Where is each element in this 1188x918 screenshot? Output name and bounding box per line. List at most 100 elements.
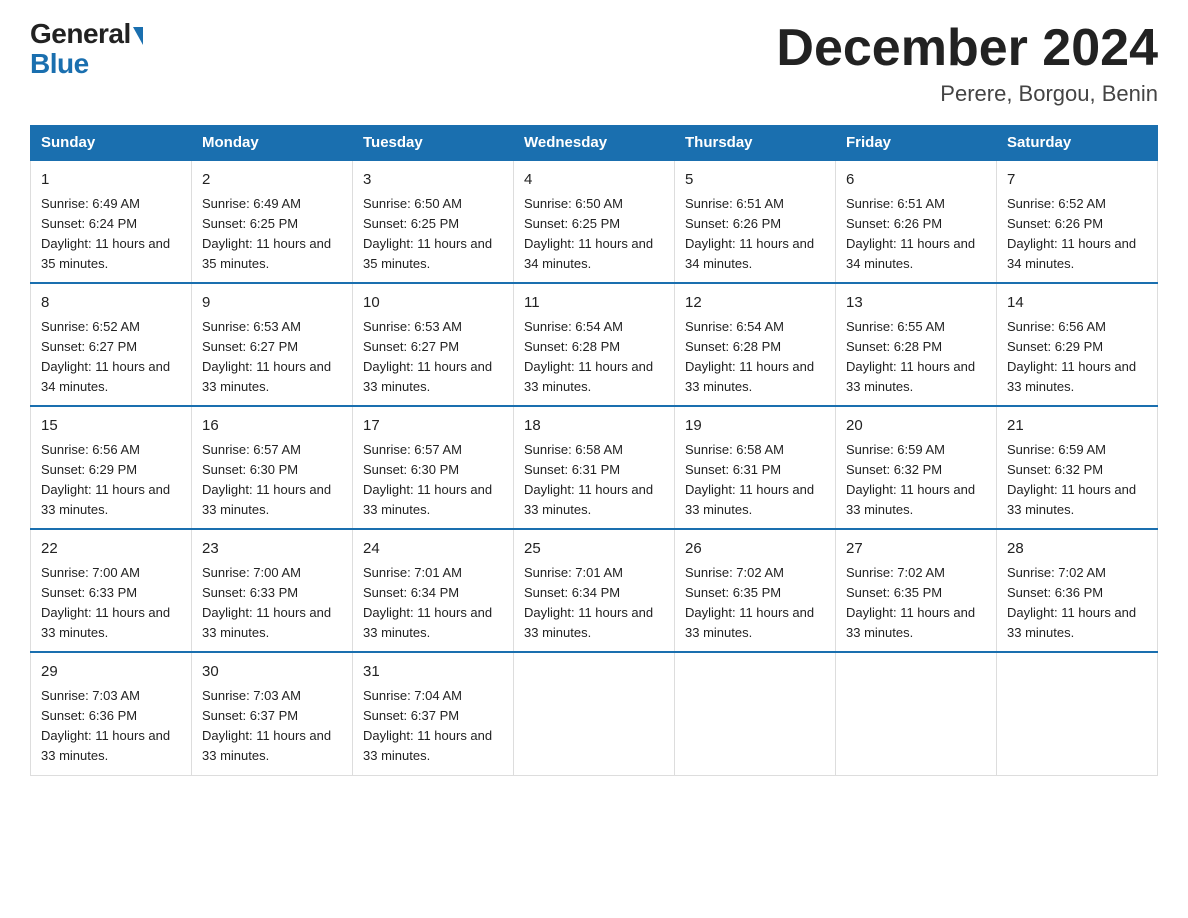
header-row: SundayMondayTuesdayWednesdayThursdayFrid…	[31, 126, 1158, 161]
day-info: Sunrise: 6:49 AMSunset: 6:25 PMDaylight:…	[202, 196, 331, 271]
calendar-cell: 3 Sunrise: 6:50 AMSunset: 6:25 PMDaylight…	[353, 160, 514, 283]
title-block: December 2024 Perere, Borgou, Benin	[776, 20, 1158, 107]
calendar-cell: 7 Sunrise: 6:52 AMSunset: 6:26 PMDaylight…	[997, 160, 1158, 283]
day-info: Sunrise: 6:52 AMSunset: 6:27 PMDaylight:…	[41, 319, 170, 394]
day-info: Sunrise: 6:54 AMSunset: 6:28 PMDaylight:…	[524, 319, 653, 394]
day-info: Sunrise: 6:57 AMSunset: 6:30 PMDaylight:…	[363, 442, 492, 517]
calendar-cell: 20 Sunrise: 6:59 AMSunset: 6:32 PMDayligh…	[836, 406, 997, 529]
logo-blue-text: Blue	[30, 48, 89, 80]
header-sunday: Sunday	[31, 126, 192, 161]
calendar-cell: 1 Sunrise: 6:49 AMSunset: 6:24 PMDaylight…	[31, 160, 192, 283]
page-header: General Blue December 2024 Perere, Borgo…	[30, 20, 1158, 107]
calendar-table: SundayMondayTuesdayWednesdayThursdayFrid…	[30, 125, 1158, 775]
day-info: Sunrise: 6:50 AMSunset: 6:25 PMDaylight:…	[363, 196, 492, 271]
day-number: 4	[524, 169, 664, 192]
day-info: Sunrise: 6:52 AMSunset: 6:26 PMDaylight:…	[1007, 196, 1136, 271]
day-info: Sunrise: 6:59 AMSunset: 6:32 PMDaylight:…	[846, 442, 975, 517]
day-number: 23	[202, 538, 342, 561]
day-number: 2	[202, 169, 342, 192]
day-number: 20	[846, 415, 986, 438]
calendar-header: SundayMondayTuesdayWednesdayThursdayFrid…	[31, 126, 1158, 161]
day-number: 6	[846, 169, 986, 192]
day-number: 27	[846, 538, 986, 561]
day-number: 3	[363, 169, 503, 192]
day-info: Sunrise: 6:54 AMSunset: 6:28 PMDaylight:…	[685, 319, 814, 394]
day-info: Sunrise: 6:59 AMSunset: 6:32 PMDaylight:…	[1007, 442, 1136, 517]
calendar-cell: 25 Sunrise: 7:01 AMSunset: 6:34 PMDayligh…	[514, 529, 675, 652]
calendar-cell: 16Sunrise: 6:57 AMSunset: 6:30 PMDayligh…	[192, 406, 353, 529]
calendar-row: 29 Sunrise: 7:03 AMSunset: 6:36 PMDayligh…	[31, 652, 1158, 775]
day-info: Sunrise: 7:00 AMSunset: 6:33 PMDaylight:…	[202, 565, 331, 640]
day-info: Sunrise: 6:50 AMSunset: 6:25 PMDaylight:…	[524, 196, 653, 271]
calendar-cell: 22 Sunrise: 7:00 AMSunset: 6:33 PMDayligh…	[31, 529, 192, 652]
logo: General Blue	[30, 20, 143, 80]
day-number: 8	[41, 292, 181, 315]
calendar-row: 15 Sunrise: 6:56 AMSunset: 6:29 PMDayligh…	[31, 406, 1158, 529]
day-number: 16	[202, 415, 342, 438]
day-info: Sunrise: 7:03 AMSunset: 6:37 PMDaylight:…	[202, 688, 331, 763]
calendar-cell: 9Sunrise: 6:53 AMSunset: 6:27 PMDaylight…	[192, 283, 353, 406]
day-number: 7	[1007, 169, 1147, 192]
day-info: Sunrise: 7:03 AMSunset: 6:36 PMDaylight:…	[41, 688, 170, 763]
calendar-cell: 30 Sunrise: 7:03 AMSunset: 6:37 PMDayligh…	[192, 652, 353, 775]
calendar-cell	[675, 652, 836, 775]
logo-triangle-icon	[133, 27, 143, 45]
day-number: 22	[41, 538, 181, 561]
calendar-cell: 21 Sunrise: 6:59 AMSunset: 6:32 PMDayligh…	[997, 406, 1158, 529]
calendar-cell: 18 Sunrise: 6:58 AMSunset: 6:31 PMDayligh…	[514, 406, 675, 529]
day-number: 14	[1007, 292, 1147, 315]
calendar-cell: 8 Sunrise: 6:52 AMSunset: 6:27 PMDaylight…	[31, 283, 192, 406]
header-friday: Friday	[836, 126, 997, 161]
calendar-cell: 14 Sunrise: 6:56 AMSunset: 6:29 PMDayligh…	[997, 283, 1158, 406]
calendar-cell: 13Sunrise: 6:55 AMSunset: 6:28 PMDayligh…	[836, 283, 997, 406]
day-number: 25	[524, 538, 664, 561]
day-info: Sunrise: 6:53 AMSunset: 6:27 PMDaylight:…	[202, 319, 331, 394]
calendar-cell: 26 Sunrise: 7:02 AMSunset: 6:35 PMDayligh…	[675, 529, 836, 652]
calendar-cell: 4 Sunrise: 6:50 AMSunset: 6:25 PMDaylight…	[514, 160, 675, 283]
day-number: 18	[524, 415, 664, 438]
calendar-cell: 24Sunrise: 7:01 AMSunset: 6:34 PMDayligh…	[353, 529, 514, 652]
calendar-cell: 11 Sunrise: 6:54 AMSunset: 6:28 PMDayligh…	[514, 283, 675, 406]
day-number: 12	[685, 292, 825, 315]
day-info: Sunrise: 7:01 AMSunset: 6:34 PMDaylight:…	[524, 565, 653, 640]
day-info: Sunrise: 7:02 AMSunset: 6:35 PMDaylight:…	[685, 565, 814, 640]
day-number: 15	[41, 415, 181, 438]
day-info: Sunrise: 6:56 AMSunset: 6:29 PMDaylight:…	[41, 442, 170, 517]
header-tuesday: Tuesday	[353, 126, 514, 161]
calendar-row: 22 Sunrise: 7:00 AMSunset: 6:33 PMDayligh…	[31, 529, 1158, 652]
calendar-cell	[514, 652, 675, 775]
day-info: Sunrise: 6:51 AMSunset: 6:26 PMDaylight:…	[685, 196, 814, 271]
day-number: 31	[363, 661, 503, 684]
day-info: Sunrise: 6:49 AMSunset: 6:24 PMDaylight:…	[41, 196, 170, 271]
calendar-cell: 27Sunrise: 7:02 AMSunset: 6:35 PMDayligh…	[836, 529, 997, 652]
day-number: 30	[202, 661, 342, 684]
day-info: Sunrise: 6:56 AMSunset: 6:29 PMDaylight:…	[1007, 319, 1136, 394]
day-number: 28	[1007, 538, 1147, 561]
day-number: 21	[1007, 415, 1147, 438]
day-info: Sunrise: 6:58 AMSunset: 6:31 PMDaylight:…	[524, 442, 653, 517]
header-saturday: Saturday	[997, 126, 1158, 161]
day-info: Sunrise: 7:00 AMSunset: 6:33 PMDaylight:…	[41, 565, 170, 640]
calendar-cell: 2 Sunrise: 6:49 AMSunset: 6:25 PMDaylight…	[192, 160, 353, 283]
calendar-cell: 19 Sunrise: 6:58 AMSunset: 6:31 PMDayligh…	[675, 406, 836, 529]
day-number: 19	[685, 415, 825, 438]
day-number: 11	[524, 292, 664, 315]
page-subtitle: Perere, Borgou, Benin	[776, 81, 1158, 107]
day-info: Sunrise: 7:01 AMSunset: 6:34 PMDaylight:…	[363, 565, 492, 640]
day-number: 26	[685, 538, 825, 561]
day-number: 1	[41, 169, 181, 192]
header-monday: Monday	[192, 126, 353, 161]
calendar-cell: 15 Sunrise: 6:56 AMSunset: 6:29 PMDayligh…	[31, 406, 192, 529]
day-number: 29	[41, 661, 181, 684]
calendar-cell: 29 Sunrise: 7:03 AMSunset: 6:36 PMDayligh…	[31, 652, 192, 775]
calendar-cell: 17 Sunrise: 6:57 AMSunset: 6:30 PMDayligh…	[353, 406, 514, 529]
day-info: Sunrise: 7:02 AMSunset: 6:36 PMDaylight:…	[1007, 565, 1136, 640]
day-info: Sunrise: 6:58 AMSunset: 6:31 PMDaylight:…	[685, 442, 814, 517]
day-number: 17	[363, 415, 503, 438]
calendar-cell: 12 Sunrise: 6:54 AMSunset: 6:28 PMDayligh…	[675, 283, 836, 406]
calendar-row: 8 Sunrise: 6:52 AMSunset: 6:27 PMDaylight…	[31, 283, 1158, 406]
calendar-cell: 23 Sunrise: 7:00 AMSunset: 6:33 PMDayligh…	[192, 529, 353, 652]
calendar-cell: 6Sunrise: 6:51 AMSunset: 6:26 PMDaylight…	[836, 160, 997, 283]
page-title: December 2024	[776, 20, 1158, 77]
calendar-cell	[836, 652, 997, 775]
